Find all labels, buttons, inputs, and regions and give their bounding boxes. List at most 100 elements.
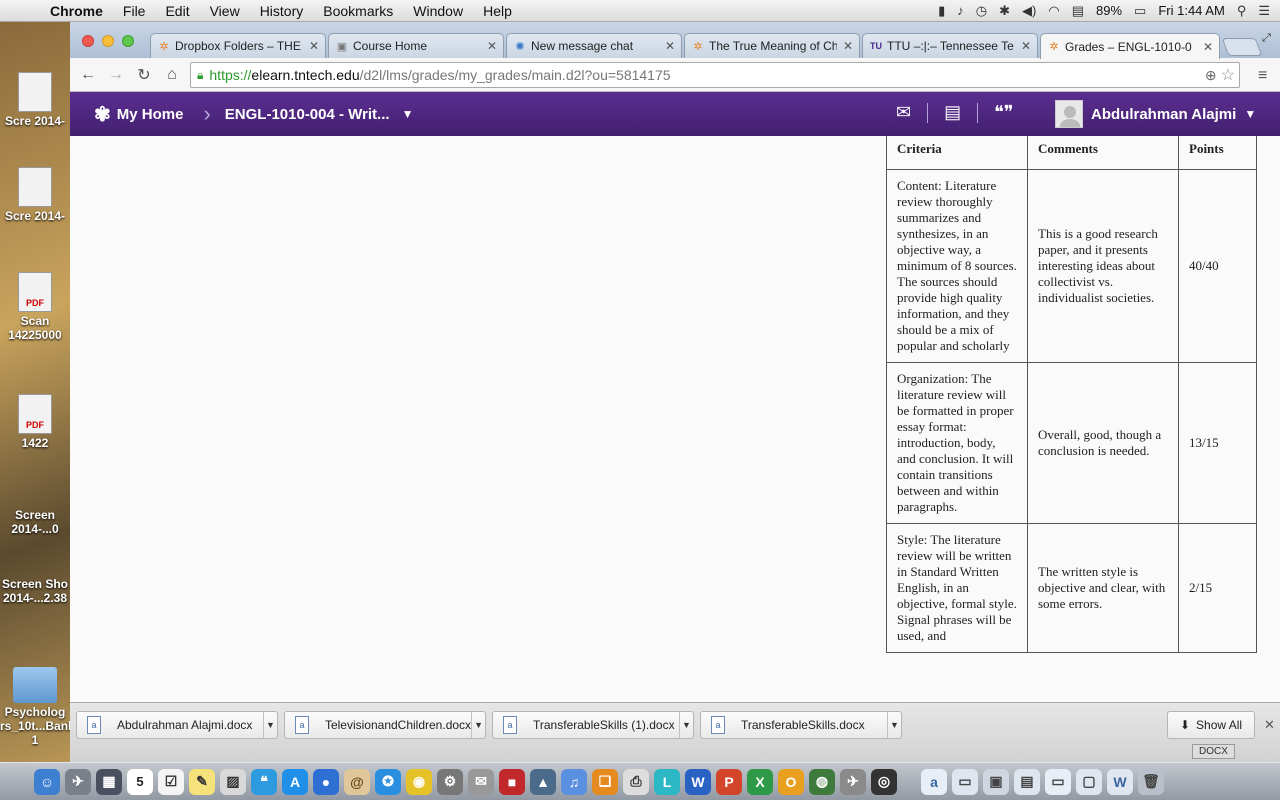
tab-true-meaning[interactable]: ✲ The True Meaning of Ch ✕ [684,33,860,58]
window-stack-icon[interactable]: ▢ [1076,768,1102,795]
message-envelope-icon[interactable]: ✉ [896,102,911,123]
chrome-icon[interactable]: ◉ [406,768,432,795]
download-item[interactable]: a TransferableSkills.docx ▼ [700,711,902,739]
screenshot-stack-icon[interactable]: ▭ [952,768,978,795]
preview-icon[interactable]: ▨ [220,768,246,795]
battery-percent[interactable]: 89% [1096,3,1122,18]
notification-bell-icon[interactable]: ♪ [957,3,964,18]
user-dropdown-icon[interactable]: ▼ [1244,107,1256,121]
app-menu[interactable]: Chrome [40,3,113,19]
desktop-file-pdf-2[interactable]: PDF 1422 [0,394,70,450]
zoom-icon[interactable]: ⊕ [1205,67,1217,84]
volume-icon[interactable]: ◀) [1022,3,1036,19]
time-machine-icon[interactable]: ◷ [976,3,987,19]
contacts-icon[interactable]: @ [344,768,370,795]
download-item[interactable]: a Abdulrahman Alajmi.docx ▼ [76,711,278,739]
menu-bookmarks[interactable]: Bookmarks [313,3,403,19]
close-tab-icon[interactable]: ✕ [309,39,319,53]
desktop-file-screenshot-2[interactable]: Scre 2014- [0,167,70,223]
minimize-window-button[interactable] [102,35,114,47]
menu-view[interactable]: View [200,3,250,19]
zoom-window-button[interactable] [122,35,134,47]
new-tab-button[interactable] [1221,38,1263,56]
ibooks-icon[interactable]: ❏ [592,768,618,795]
file-stack-icon[interactable]: ▭ [1045,768,1071,795]
mail-icon[interactable]: ✉ [468,768,494,795]
close-tab-icon[interactable]: ✕ [487,39,497,53]
close-tab-icon[interactable]: ✕ [1021,39,1031,53]
home-icon[interactable]: ⌂ [158,66,186,84]
photo-booth-icon[interactable]: ■ [499,768,525,795]
finder-icon[interactable]: ☺ [34,768,60,795]
download-menu-chevron-icon[interactable]: ▼ [679,712,693,738]
fullscreen-icon[interactable]: ⤢ [1262,32,1271,45]
bluetooth-icon[interactable]: ✱ [999,3,1010,19]
quicktime-icon[interactable]: ◎ [871,768,897,795]
calendar-icon[interactable]: 5 [127,768,153,795]
back-arrow-icon[interactable]: ← [74,66,102,84]
download-menu-chevron-icon[interactable]: ▼ [263,712,277,738]
mission-control-icon[interactable]: ▦ [96,768,122,795]
user-menu[interactable]: Abdulrahman Alajmi ▼ [1055,100,1256,128]
desktop-folder-psychology[interactable]: Psycholog rs_10t...Bank-1 [0,667,70,747]
word-icon[interactable]: W [685,768,711,795]
docx-stack-icon[interactable]: W [1107,768,1133,795]
menu-history[interactable]: History [250,3,314,19]
iphoto-icon[interactable]: ▲ [530,768,556,795]
menu-window[interactable]: Window [403,3,473,19]
reload-icon[interactable]: ↻ [130,65,158,85]
launchpad-icon[interactable]: ✈ [65,768,91,795]
close-tab-icon[interactable]: ✕ [1203,40,1213,54]
menu-help[interactable]: Help [473,3,522,19]
close-shelf-icon[interactable]: ✕ [1264,717,1275,733]
itunes-icon[interactable]: ♫ [561,768,587,795]
image-stack-icon[interactable]: ▤ [1014,768,1040,795]
powerpoint-icon[interactable]: P [716,768,742,795]
desktop-file-scan-pdf[interactable]: PDF Scan 14225000 [0,272,70,342]
tab-grades[interactable]: ✲ Grades – ENGL-1010-0 ✕ [1040,33,1220,59]
stickies-icon[interactable]: ✎ [189,768,215,795]
forward-arrow-icon[interactable]: → [102,66,130,84]
document-stack-icon[interactable]: a [921,768,947,795]
download-menu-chevron-icon[interactable]: ▼ [471,712,485,738]
battery-icon[interactable]: ▭ [1134,3,1146,19]
app-store-icon[interactable]: A [282,768,308,795]
excel-icon[interactable]: X [747,768,773,795]
us-flag-icon[interactable]: ▤ [1072,3,1084,19]
system-preferences-icon[interactable]: ⚙ [437,768,463,795]
menu-edit[interactable]: Edit [155,3,199,19]
microphone-icon[interactable]: ▮ [938,3,945,19]
lync-icon[interactable]: L [654,768,680,795]
download-menu-chevron-icon[interactable]: ▼ [887,712,901,738]
close-tab-icon[interactable]: ✕ [843,39,853,53]
close-window-button[interactable] [82,35,94,47]
desktop-file-screenshot-3[interactable]: Screen 2014-...0 [0,508,70,536]
discussion-bubbles-icon[interactable]: ❝❞ [994,102,1013,123]
messages-icon[interactable]: ❝ [251,768,277,795]
course-dropdown-icon[interactable]: ▼ [402,107,414,121]
menu-file[interactable]: File [113,3,156,19]
outlook-icon[interactable]: O [778,768,804,795]
airplane-app-icon[interactable]: ✈ [840,768,866,795]
chrome-menu-icon[interactable]: ≡ [1258,67,1267,85]
printer-icon[interactable]: ⎙ [623,768,649,795]
tab-course-home[interactable]: ▣ Course Home ✕ [328,33,504,58]
facetime-icon[interactable]: ● [313,768,339,795]
tab-ttu[interactable]: TU TTU –:|:– Tennessee Te ✕ [862,33,1038,58]
globe-icon[interactable]: ◍ [809,768,835,795]
desktop-file-screenshot-4[interactable]: Screen Sho 2014-...2.38 [0,577,70,605]
tab-dropbox-folders[interactable]: ✲ Dropbox Folders – THE ✕ [150,33,326,58]
updates-clipboard-icon[interactable]: ▤ [944,102,961,123]
desktop-file-screenshot-1[interactable]: Scre 2014- [0,72,70,128]
tab-new-message-chat[interactable]: ✺ New message chat ✕ [506,33,682,58]
notification-center-icon[interactable]: ☰ [1258,3,1270,19]
close-tab-icon[interactable]: ✕ [665,39,675,53]
download-item[interactable]: a TelevisionandChildren.docx ▼ [284,711,486,739]
course-selector[interactable]: ENGL-1010-004 - Writ... [225,106,390,123]
wifi-icon[interactable]: ◠ [1048,3,1059,19]
my-home-link[interactable]: ✾ My Home [94,102,183,127]
menu-clock[interactable]: Fri 1:44 AM [1158,3,1224,18]
download-item[interactable]: a TransferableSkills (1).docx ▼ [492,711,694,739]
bookmark-star-icon[interactable]: ☆ [1221,65,1235,85]
show-all-downloads-button[interactable]: ⬇ Show All [1167,711,1255,739]
